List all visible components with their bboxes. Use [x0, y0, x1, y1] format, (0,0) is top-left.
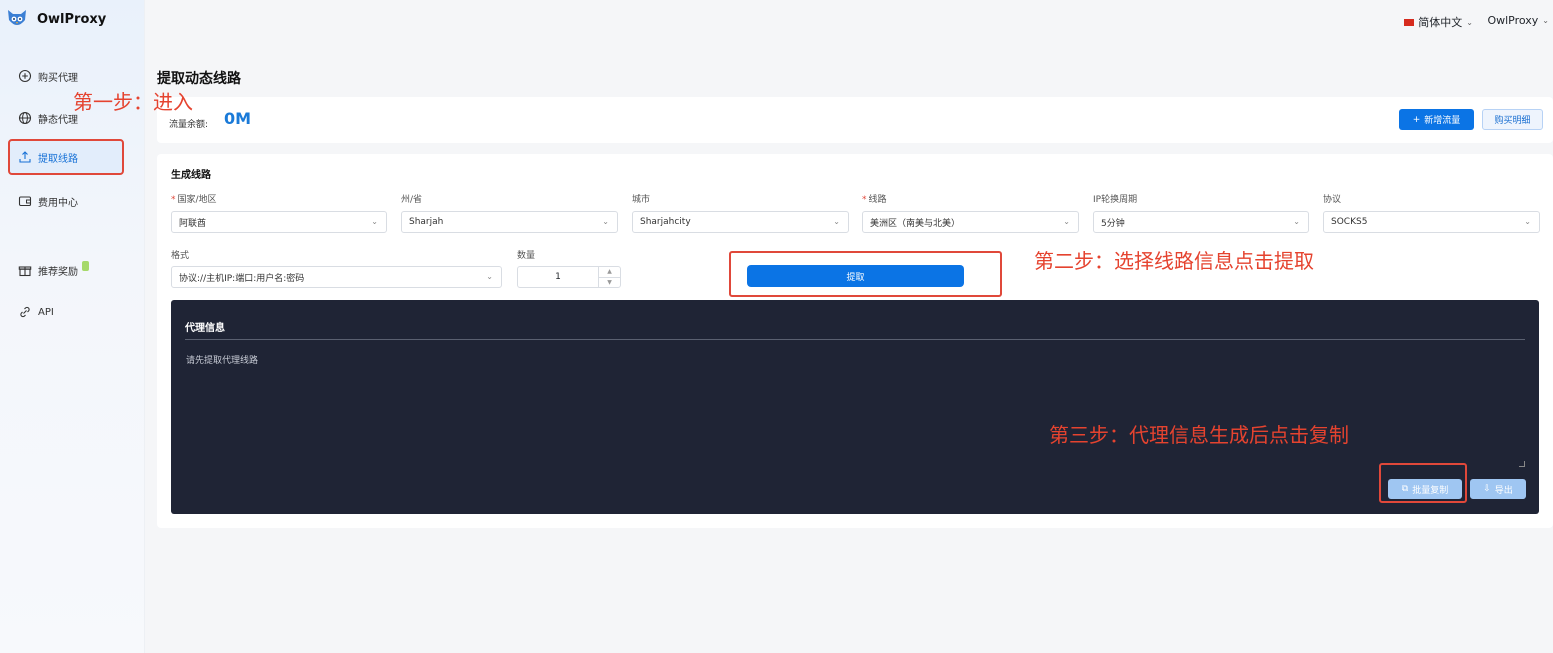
add-traffic-button[interactable]: + 新增流量	[1399, 109, 1474, 130]
section-title: 生成线路	[171, 170, 211, 181]
decrement-icon[interactable]: ▼	[599, 276, 620, 288]
balance-label: 流量余额:	[169, 120, 209, 130]
chevron-down-icon: ⌄	[602, 217, 609, 226]
sidebar-item-billing[interactable]: 费用中心	[10, 184, 125, 218]
topbar: 简体中文 ⌄ OwlProxy ⌄	[145, 0, 1553, 46]
add-traffic-label: 新增流量	[1424, 116, 1461, 126]
sidebar-item-label: API	[38, 306, 54, 318]
chevron-down-icon: ⌄	[486, 272, 493, 281]
state-select[interactable]: Sharjah ⌄	[401, 211, 618, 233]
sidebar-item-label: 推荐奖励	[38, 266, 78, 278]
format-select[interactable]: 协议://主机IP:端口:用户名:密码 ⌄	[171, 266, 502, 288]
sidebar-item-label: 提取线路	[38, 153, 78, 165]
rotation-select[interactable]: 5分钟 ⌄	[1093, 211, 1309, 233]
balance-value: 0M	[224, 109, 252, 128]
plus-circle-icon	[18, 69, 32, 83]
sidebar-item-label: 静态代理	[38, 114, 78, 126]
divider	[185, 339, 1525, 340]
language-selector[interactable]: 简体中文 ⌄	[1404, 14, 1473, 30]
proxy-info-textarea[interactable]: 请先提取代理线路	[186, 353, 258, 366]
step3-highlight-box	[1379, 463, 1467, 503]
link-icon	[18, 305, 32, 319]
china-flag-icon	[1404, 18, 1415, 26]
city-select[interactable]: Sharjahcity ⌄	[632, 211, 849, 233]
gift-icon	[18, 263, 32, 277]
chevron-down-icon: ⌄	[833, 217, 840, 226]
protocol-label: 协议	[1323, 195, 1342, 205]
step2-annotation: 第二步：选择线路信息点击提取	[1034, 249, 1314, 273]
step2-highlight-box	[729, 251, 1002, 297]
sidebar-item-referral[interactable]: 推荐奖励	[10, 253, 125, 287]
step3-annotation: 第三步：代理信息生成后点击复制	[1049, 423, 1349, 447]
purchase-detail-button[interactable]: 购买明细	[1482, 109, 1543, 130]
city-label: 城市	[632, 195, 651, 205]
route-select[interactable]: 美洲区（南美与北美） ⌄	[862, 211, 1079, 233]
owl-logo-icon	[8, 10, 26, 25]
country-select[interactable]: 阿联酋 ⌄	[171, 211, 387, 233]
format-label: 格式	[171, 251, 190, 261]
quantity-stepper[interactable]: 1 ▲ ▼	[517, 266, 621, 288]
increment-icon[interactable]: ▲	[599, 267, 620, 277]
language-label: 简体中文	[1418, 16, 1463, 29]
page-title: 提取动态线路	[157, 71, 241, 87]
step1-annotation: 第一步：进入	[73, 90, 193, 114]
export-button[interactable]: ⇩ 导出	[1470, 479, 1526, 499]
chevron-down-icon: ⌄	[371, 217, 378, 226]
chevron-down-icon: ⌄	[1063, 217, 1070, 226]
country-label: * 国家/地区	[171, 195, 217, 205]
route-label: * 线路	[862, 195, 887, 205]
balance-card: 流量余额: 0M + 新增流量 购买明细	[157, 97, 1553, 143]
chevron-down-icon: ⌄	[1542, 16, 1549, 25]
proxy-info-title: 代理信息	[185, 323, 225, 334]
brand-name: OwlProxy	[37, 11, 107, 27]
sidebar-item-extract-route[interactable]: 提取线路	[8, 139, 124, 175]
protocol-select[interactable]: SOCKS5 ⌄	[1323, 211, 1540, 233]
upload-icon	[18, 150, 32, 164]
wallet-icon	[18, 194, 32, 208]
user-menu[interactable]: OwlProxy ⌄	[1487, 14, 1549, 27]
resize-handle-icon[interactable]	[1519, 461, 1525, 467]
export-label: 导出	[1494, 485, 1513, 496]
new-badge-icon	[82, 261, 89, 271]
chevron-down-icon: ⌄	[1466, 17, 1473, 27]
sidebar-item-label: 购买代理	[38, 72, 78, 84]
globe-icon	[18, 111, 32, 125]
user-name: OwlProxy	[1487, 14, 1539, 27]
state-label: 州/省	[401, 195, 423, 205]
quantity-value: 1	[555, 272, 561, 282]
sidebar-item-label: 费用中心	[38, 197, 78, 209]
plus-icon: +	[1412, 114, 1421, 125]
chevron-down-icon: ⌄	[1293, 217, 1300, 226]
rotation-label: IP轮换周期	[1093, 195, 1138, 205]
proxy-info-panel: 代理信息 请先提取代理线路 ⧉ 批量复制 ⇩ 导出	[171, 300, 1539, 514]
brand[interactable]: OwlProxy	[6, 8, 106, 30]
quantity-label: 数量	[517, 251, 536, 261]
sidebar-item-api[interactable]: API	[10, 295, 125, 329]
chevron-down-icon: ⌄	[1524, 217, 1531, 226]
download-icon: ⇩	[1483, 484, 1491, 494]
stepper-buttons: ▲ ▼	[598, 267, 620, 287]
